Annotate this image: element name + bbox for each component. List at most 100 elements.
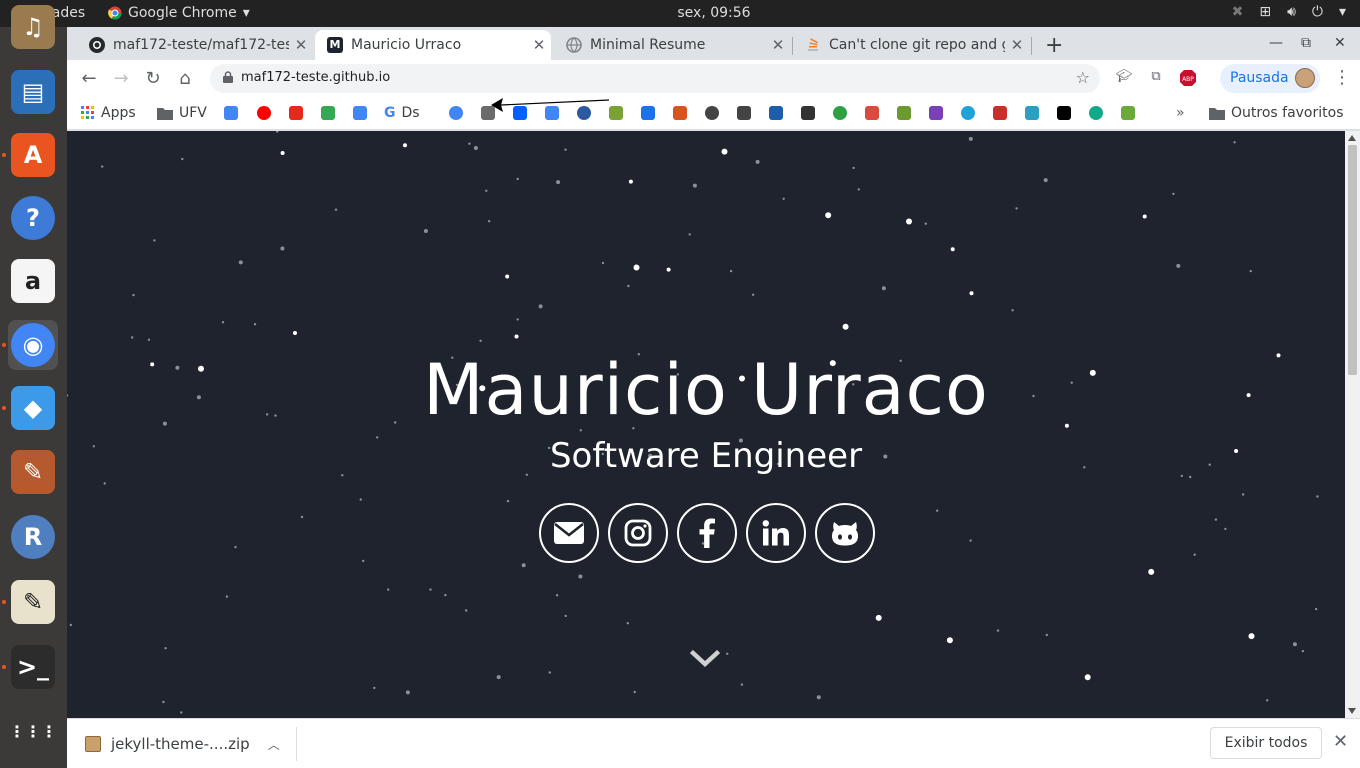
dropbox-tray-icon[interactable]: ✖	[1232, 4, 1244, 20]
address-bar[interactable]: maf172-teste.github.io ☆	[210, 64, 1100, 93]
bookmark-favicon-icon[interactable]	[865, 104, 879, 122]
bookmark-favicon-icon[interactable]	[801, 104, 815, 122]
close-tab-icon[interactable]: ✕	[527, 36, 551, 54]
clock[interactable]: sex, 09:56	[0, 5, 1360, 21]
system-tray[interactable]: ✖ ⊞ 🔊︎ ⏻ ▾	[1232, 4, 1346, 20]
bookmark-favicon-icon[interactable]	[737, 104, 751, 122]
star	[1193, 553, 1196, 556]
extension-external-link-icon[interactable]: ⧉	[1147, 69, 1165, 87]
close-tab-icon[interactable]: ✕	[289, 36, 313, 54]
tab-mauricio-urraco[interactable]: M Mauricio Urraco ✕	[315, 30, 551, 60]
dock: ♫ ▤ A? a ◉ ◆ ✎ R ✎ >_ ⋮⋮⋮	[0, 5, 67, 768]
bookmark-favicon-icon[interactable]	[993, 104, 1007, 122]
star	[221, 321, 225, 324]
bookmark-favicon-icon[interactable]	[289, 104, 303, 122]
linkedin-link[interactable]	[746, 503, 806, 563]
bookmark-favicon-icon[interactable]	[224, 104, 238, 122]
extension-mortarboard-icon[interactable]: 🎓︎	[1115, 69, 1133, 87]
bookmark-favicon-icon[interactable]	[929, 104, 943, 122]
bookmarks-overflow-icon[interactable]: »	[1176, 104, 1185, 122]
favicon-icon	[321, 106, 335, 120]
bookmark-favicon-icon[interactable]	[449, 104, 463, 122]
amazon-icon[interactable]: a	[8, 256, 58, 306]
dropbox-icon[interactable]: ◆	[8, 383, 58, 433]
paint-icon[interactable]: ✎	[8, 447, 58, 497]
facebook-link[interactable]	[677, 503, 737, 563]
star	[423, 229, 428, 233]
star	[1266, 699, 1269, 702]
more-menu-icon[interactable]: ⋮	[1333, 67, 1351, 88]
chevron-down-icon[interactable]	[690, 649, 720, 669]
show-all-button[interactable]: Exibir todos	[1210, 727, 1322, 759]
terminal-icon[interactable]: >_	[8, 642, 58, 692]
star	[852, 166, 855, 170]
bookmark-favicon-icon[interactable]	[1057, 104, 1071, 122]
bookmark-favicon-icon[interactable]	[1025, 104, 1039, 122]
r-icon[interactable]: R	[8, 512, 58, 562]
download-item[interactable]: jekyll-theme-....zip ︿	[85, 729, 280, 759]
tab-github[interactable]: maf172-teste/maf172-teste ✕	[77, 30, 313, 60]
home-button[interactable]: ⌂	[173, 68, 197, 89]
back-button[interactable]: ←	[77, 68, 101, 89]
bookmark-label: Outros favoritos	[1231, 105, 1344, 121]
hero-subtitle: Software Engineer	[549, 436, 863, 476]
tab-title: Mauricio Urraco	[351, 37, 462, 53]
new-tab-button[interactable]: +	[1045, 33, 1063, 58]
favicon-icon	[353, 106, 367, 120]
maximize-button[interactable]: ⧉	[1301, 35, 1311, 51]
bookmark-favicon-icon[interactable]	[1121, 104, 1135, 122]
email-link[interactable]	[539, 503, 599, 563]
bookmark-apps[interactable]: Apps	[81, 104, 136, 122]
bookmark-favicon-icon[interactable]	[961, 104, 975, 122]
show-apps-icon[interactable]: ⋮⋮⋮	[8, 707, 58, 757]
libreoffice-writer-icon[interactable]: ▤	[8, 67, 58, 117]
bookmark-favicon-icon[interactable]	[897, 104, 911, 122]
bookmark-star-icon[interactable]: ☆	[1076, 68, 1090, 87]
github-link[interactable]	[815, 503, 875, 563]
bookmark-ds[interactable]: G Ds	[384, 104, 420, 122]
help-icon[interactable]: ?	[8, 193, 58, 243]
close-tab-icon[interactable]: ✕	[1005, 36, 1029, 54]
close-tab-icon[interactable]: ✕	[766, 36, 790, 54]
scroll-thumb[interactable]	[1348, 145, 1357, 375]
url-text[interactable]: maf172-teste.github.io	[241, 70, 390, 85]
scroll-down-arrow[interactable]	[1348, 708, 1356, 714]
tab-minimal-resume[interactable]: Minimal Resume ✕	[554, 30, 790, 60]
power-icon[interactable]: ⏻	[1312, 4, 1323, 20]
rhythmbox-icon[interactable]: ♫	[8, 2, 58, 52]
star	[564, 148, 567, 151]
adblock-icon[interactable]: ABP	[1179, 69, 1197, 87]
close-window-button[interactable]: ✕	[1334, 35, 1346, 51]
favicon-icon	[1121, 106, 1135, 120]
bookmark-favicon-icon[interactable]	[705, 104, 719, 122]
ubuntu-software-icon[interactable]: A	[8, 130, 58, 180]
tab-stackoverflow[interactable]: Can't clone git repo and get ✕	[793, 30, 1029, 60]
reload-button[interactable]: ↻	[141, 68, 165, 89]
instagram-link[interactable]	[608, 503, 668, 563]
bookmark-favicon-icon[interactable]	[353, 104, 367, 122]
star	[729, 269, 733, 273]
bookmark-favicon-icon[interactable]	[833, 104, 847, 122]
bookmark-favicon-icon[interactable]	[257, 104, 271, 122]
minimize-button[interactable]: —	[1269, 35, 1283, 51]
bookmark-favicon-icon[interactable]	[769, 104, 783, 122]
close-icon[interactable]: ✕	[1333, 731, 1348, 752]
bookmark-favicon-icon[interactable]	[1089, 104, 1103, 122]
network-icon[interactable]: ⊞	[1259, 4, 1271, 20]
amazon-icon-glyph: a	[11, 259, 55, 303]
avatar	[1295, 68, 1315, 88]
bookmark-favicon-icon[interactable]	[321, 104, 335, 122]
scrollbar[interactable]	[1345, 131, 1360, 718]
chrome-icon[interactable]: ◉	[8, 320, 58, 370]
forward-button[interactable]: →	[109, 68, 133, 89]
profile-button[interactable]: Pausada	[1220, 64, 1320, 93]
chevron-up-icon[interactable]: ︿	[268, 736, 280, 753]
bookmark-folder-ufv[interactable]: UFV	[157, 104, 207, 122]
chevron-down-icon[interactable]: ▾	[1339, 4, 1346, 20]
text-editor-icon[interactable]: ✎	[8, 577, 58, 627]
star	[1142, 214, 1147, 219]
scroll-up-arrow[interactable]	[1348, 135, 1356, 141]
bookmark-folder-other[interactable]: Outros favoritos	[1209, 104, 1344, 122]
volume-icon[interactable]: 🔊︎	[1287, 4, 1296, 20]
stackoverflow-icon	[808, 38, 819, 51]
